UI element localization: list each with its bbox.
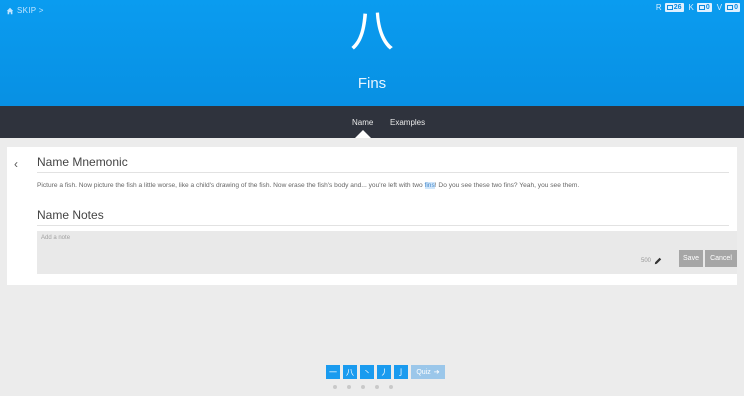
mnemonic-highlight: fins bbox=[424, 182, 435, 189]
mnemonic-text-before: Picture a fish. Now picture the fish a l… bbox=[37, 182, 425, 189]
mnemonic-text-after: ! Do you see these two fins? Yeah, you s… bbox=[434, 182, 580, 189]
pager-dots bbox=[333, 385, 393, 389]
tab-bar: Name Examples bbox=[0, 106, 744, 138]
divider bbox=[37, 172, 729, 173]
quiz-button[interactable]: Quiz ➔ bbox=[411, 365, 445, 379]
pager-dot bbox=[361, 385, 365, 389]
content-card: ‹ Name Mnemonic Picture a fish. Now pict… bbox=[7, 147, 737, 285]
radical-meaning: Fins bbox=[357, 75, 387, 92]
radical-character: 八 bbox=[350, 6, 394, 57]
char-count: 500 bbox=[641, 257, 662, 265]
pencil-icon bbox=[654, 257, 662, 265]
note-placeholder: Add a note bbox=[41, 235, 71, 241]
pager-dot bbox=[347, 385, 351, 389]
mnemonic-title: Name Mnemonic bbox=[37, 155, 128, 169]
pager-dot bbox=[389, 385, 393, 389]
tab-examples[interactable]: Examples bbox=[390, 118, 425, 127]
divider bbox=[37, 225, 729, 226]
quiz-label: Quiz bbox=[416, 368, 431, 376]
notes-title: Name Notes bbox=[37, 208, 104, 222]
pager-item[interactable]: 丿 bbox=[377, 365, 391, 379]
pager-item[interactable]: 丶 bbox=[360, 365, 374, 379]
save-button[interactable]: Save bbox=[679, 250, 703, 267]
active-tab-pointer bbox=[355, 130, 371, 138]
header: SKIP > R 26 K 0 V 0 八 Fins bbox=[0, 0, 744, 106]
tab-name[interactable]: Name bbox=[352, 118, 373, 127]
pager-dot bbox=[375, 385, 379, 389]
chevron-left-icon[interactable]: ‹ bbox=[14, 157, 18, 171]
pager: 一 八 丶 丿 亅 Quiz ➔ bbox=[326, 365, 445, 379]
char-count-value: 500 bbox=[640, 258, 651, 264]
pager-item[interactable]: 八 bbox=[343, 365, 357, 379]
pager-item[interactable]: 一 bbox=[326, 365, 340, 379]
note-input[interactable]: Add a note 500 Save Cancel bbox=[37, 231, 737, 274]
cancel-button[interactable]: Cancel bbox=[705, 250, 737, 267]
pager-item[interactable]: 亅 bbox=[394, 365, 408, 379]
arrow-right-icon: ➔ bbox=[433, 369, 440, 376]
pager-dot bbox=[333, 385, 337, 389]
mnemonic-text: Picture a fish. Now picture the fish a l… bbox=[37, 182, 729, 189]
